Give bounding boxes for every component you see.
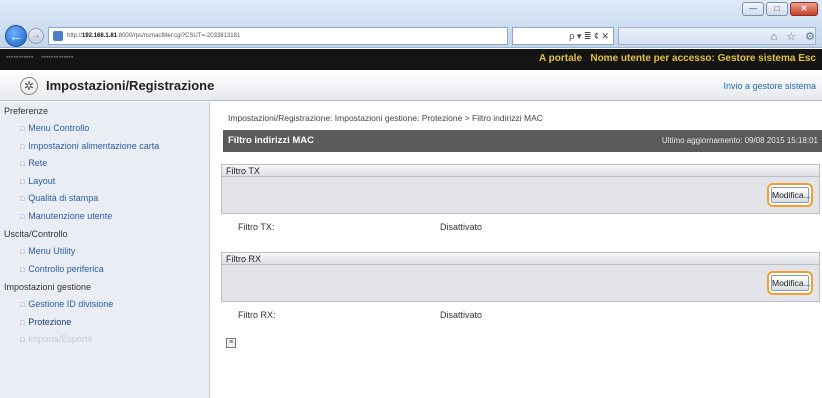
maximize-button[interactable]: □ xyxy=(766,2,788,16)
tx-section-title: Filtro TX xyxy=(221,164,820,177)
sidebar: Preferenze Menu Controllo Impostazioni a… xyxy=(0,102,210,398)
sidebar-heading-management-settings: Impostazioni gestione xyxy=(4,282,92,292)
tx-edit-button[interactable]: Modifica... xyxy=(767,183,813,207)
forward-icon[interactable]: → xyxy=(28,28,44,44)
sidebar-item-print-quality[interactable]: Qualità di stampa xyxy=(0,190,209,208)
tx-edit-label: Modifica... xyxy=(771,187,811,203)
address-tools[interactable]: ρ ▾ ≣ ¢ ✕ xyxy=(512,27,614,45)
rx-filter-section: Filtro RX Modifica... xyxy=(221,252,820,302)
sidebar-item-device-control[interactable]: Controllo periferica xyxy=(0,261,209,279)
main-content: Impostazioni/Registrazione: Impostazioni… xyxy=(221,102,822,398)
tx-section-body: Modifica... xyxy=(221,177,820,214)
page-title: Impostazioni/Registrazione xyxy=(46,78,215,93)
sidebar-item-network[interactable]: Rete xyxy=(0,155,209,173)
mac-filter-panel: Filtro indirizzi MAC Ultimo aggiornament… xyxy=(223,130,822,152)
rx-field-value: Disattivato xyxy=(440,310,483,320)
window-controls: — □ ✕ xyxy=(742,2,818,16)
settings-gear-icon: ✲ xyxy=(20,77,38,95)
panel-header: Filtro indirizzi MAC Ultimo aggiornament… xyxy=(223,130,822,152)
tx-field-value: Disattivato xyxy=(440,222,483,232)
breadcrumb: Impostazioni/Registrazione: Impostazioni… xyxy=(228,113,543,123)
rx-edit-button[interactable]: Modifica... xyxy=(767,271,813,295)
browser-toolbar: — □ ✕ ← → http://192.168.1.81:8000/rps/n… xyxy=(0,0,822,48)
send-to-admin-link[interactable]: Invio a gestore sistema xyxy=(723,81,816,91)
back-icon[interactable]: ← xyxy=(5,25,27,47)
tx-field-label: Filtro TX: xyxy=(238,222,275,232)
rx-section-title: Filtro RX xyxy=(221,252,820,265)
rx-value-row: Filtro RX: Disattivato xyxy=(221,306,820,322)
sidebar-item-import-export[interactable]: Importa/Esporta xyxy=(0,331,209,349)
app-header-right: A portale Nome utente per accesso: Gesto… xyxy=(539,53,816,64)
sidebar-item-layout[interactable]: Layout xyxy=(0,173,209,191)
rx-field-label: Filtro RX: xyxy=(238,310,276,320)
panel-title: Filtro indirizzi MAC xyxy=(228,135,315,146)
sidebar-item-user-maintenance[interactable]: Manutenzione utente xyxy=(0,208,209,226)
sidebar-item-menu-controllo[interactable]: Menu Controllo xyxy=(0,120,209,138)
page-title-bar: ✲ Impostazioni/Registrazione Invio a ges… xyxy=(0,71,822,101)
address-bar[interactable]: http://192.168.1.81:8000/rps/nsmacfilter… xyxy=(48,27,508,45)
close-window-button[interactable]: ✕ xyxy=(790,2,818,16)
sidebar-heading-output-control: Uscita/Controllo xyxy=(4,229,68,239)
sidebar-item-security[interactable]: Protezione xyxy=(0,314,209,332)
page-top-icon[interactable]: ≡ xyxy=(226,338,236,348)
tx-value-row: Filtro TX: Disattivato xyxy=(221,218,820,234)
url-host: 192.168.1.81 xyxy=(82,33,118,39)
app-header-bar: ▪▪▪▪▪▪▪▪▪▪▪ ▪▪▪▪▪▪▪▪▪▪▪▪▪ A portale Nome… xyxy=(0,49,822,70)
sidebar-heading-preferences: Preferenze xyxy=(4,106,49,116)
printer-name-placeholder: ▪▪▪▪▪▪▪▪▪▪▪ ▪▪▪▪▪▪▪▪▪▪▪▪▪ xyxy=(6,54,74,61)
login-user-label: Nome utente per accesso: Gestore sistema… xyxy=(590,53,816,64)
portal-link[interactable]: A portale xyxy=(539,53,582,64)
minimize-button[interactable]: — xyxy=(742,2,764,16)
url-prefix: http:// xyxy=(67,33,83,39)
rx-section-body: Modifica... xyxy=(221,265,820,302)
sidebar-item-utility-menu[interactable]: Menu Utility xyxy=(0,243,209,261)
tx-filter-section: Filtro TX Modifica... xyxy=(221,164,820,214)
url-rest: :8000/rps/nsmacfilter.cgi?CSUT=-20338131… xyxy=(117,33,241,39)
sidebar-item-paper-settings[interactable]: Impostazioni alimentazione carta xyxy=(0,138,209,156)
sidebar-item-division-id[interactable]: Gestione ID divisione xyxy=(0,296,209,314)
last-updated: Ultimo aggiornamento: 09/08 2015 15:18:0… xyxy=(661,136,818,145)
page-favicon-icon xyxy=(53,31,63,41)
rx-edit-label: Modifica... xyxy=(771,275,811,291)
home-star-gear-icons[interactable]: ⌂ ☆ ⚙ xyxy=(771,30,818,43)
